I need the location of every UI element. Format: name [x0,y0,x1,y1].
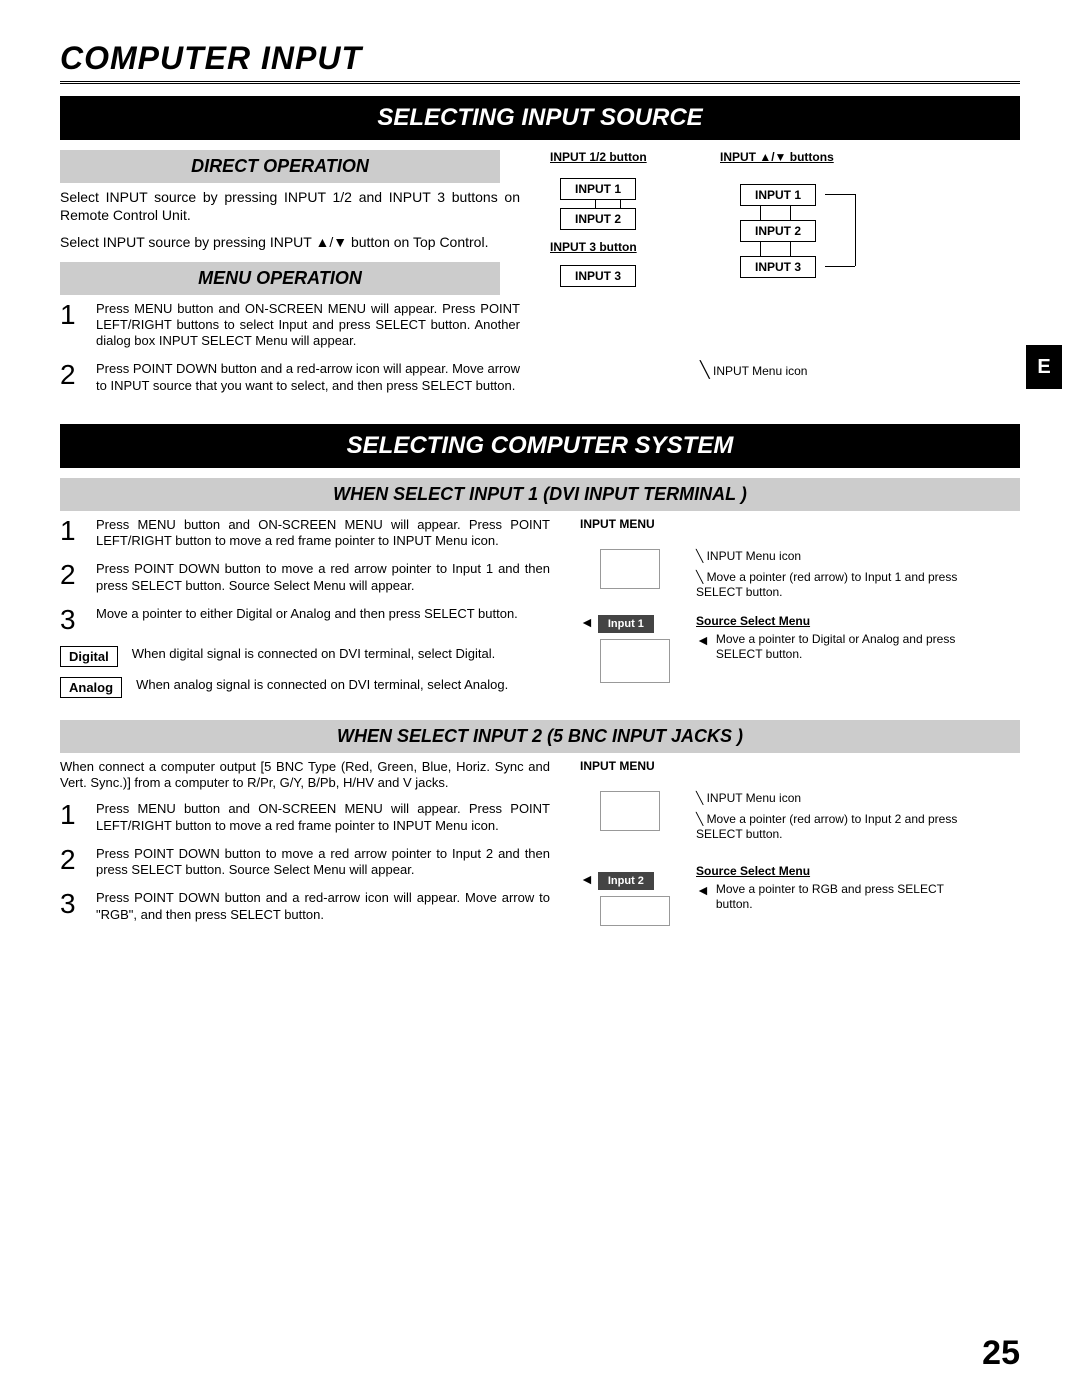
step-number: 3 [60,606,84,634]
direct-operation-p2: Select INPUT source by pressing INPUT ▲/… [60,234,520,252]
step-number: 2 [60,361,84,394]
section-bar-computer-system: SELECTING COMPUTER SYSTEM [60,424,1020,468]
input-button-diagram: INPUT 1/2 button INPUT ▲/▼ buttons INPUT… [550,150,970,330]
s2-input-menu-label: INPUT MENU [580,759,960,773]
s2-move2: Move a pointer to RGB and press SELECT b… [716,882,960,912]
box-input3-b: INPUT 3 [740,256,816,278]
step-number: 1 [60,517,84,550]
box-input3-a: INPUT 3 [560,265,636,287]
section-bar-input-source: SELECTING INPUT SOURCE [60,96,1020,140]
label-input-ud: INPUT ▲/▼ buttons [720,150,834,164]
s2-menu-icon-note: INPUT Menu icon [707,791,801,805]
box-input2-a: INPUT 2 [560,208,636,230]
s2-source-menu-label: Source Select Menu [696,864,960,878]
input-menu-icon-note: INPUT Menu icon [713,364,807,378]
subheading-input2-bnc: WHEN SELECT INPUT 2 (5 BNC INPUT JACKS ) [60,720,1020,753]
box-input2-b: INPUT 2 [740,220,816,242]
s2-input2-box: Input 2 [598,872,654,890]
box-input1-a: INPUT 1 [560,178,636,200]
page-number: 25 [982,1334,1020,1373]
s2-step2: Press POINT DOWN button to move a red ar… [96,846,550,879]
step-number: 1 [60,801,84,834]
digital-text: When digital signal is connected on DVI … [132,646,550,662]
step-number: 2 [60,846,84,879]
analog-label-box: Analog [60,677,122,698]
s1-input1-box: Input 1 [598,615,654,633]
subheading-input1-dvi: WHEN SELECT INPUT 1 (DVI INPUT TERMINAL … [60,478,1020,511]
s1-menu-icon-note: INPUT Menu icon [707,549,801,563]
s1-step2: Press POINT DOWN button to move a red ar… [96,561,550,594]
s2-move1: Move a pointer (red arrow) to Input 2 an… [696,812,957,841]
label-input12: INPUT 1/2 button [550,150,647,164]
s1-move2: Move a pointer to Digital or Analog and … [716,632,960,662]
box-input1-b: INPUT 1 [740,184,816,206]
s2-step1: Press MENU button and ON-SCREEN MENU wil… [96,801,550,834]
subheading-menu-operation: MENU OPERATION [60,262,500,295]
subheading-direct-operation: DIRECT OPERATION [60,150,500,183]
s1-source-menu-label: Source Select Menu [696,614,960,628]
s2-intro: When connect a computer output [5 BNC Ty… [60,759,550,792]
step-number: 3 [60,890,84,923]
direct-operation-p1: Select INPUT source by pressing INPUT 1/… [60,189,520,224]
step-number: 2 [60,561,84,594]
page-title: COMPUTER INPUT [60,40,1020,84]
s1-step3: Move a pointer to either Digital or Anal… [96,606,550,634]
s1-input-menu-label: INPUT MENU [580,517,960,531]
analog-text: When analog signal is connected on DVI t… [136,677,550,693]
digital-label-box: Digital [60,646,118,667]
step-number: 1 [60,301,84,350]
s1-step1: Press MENU button and ON-SCREEN MENU wil… [96,517,550,550]
menu-op-step1: Press MENU button and ON-SCREEN MENU wil… [96,301,520,350]
s1-move1: Move a pointer (red arrow) to Input 1 an… [696,570,957,599]
label-input3: INPUT 3 button [550,240,637,254]
s2-step3: Press POINT DOWN button and a red-arrow … [96,890,550,923]
side-tab-e: E [1026,345,1062,389]
menu-op-step2: Press POINT DOWN button and a red-arrow … [96,361,520,394]
